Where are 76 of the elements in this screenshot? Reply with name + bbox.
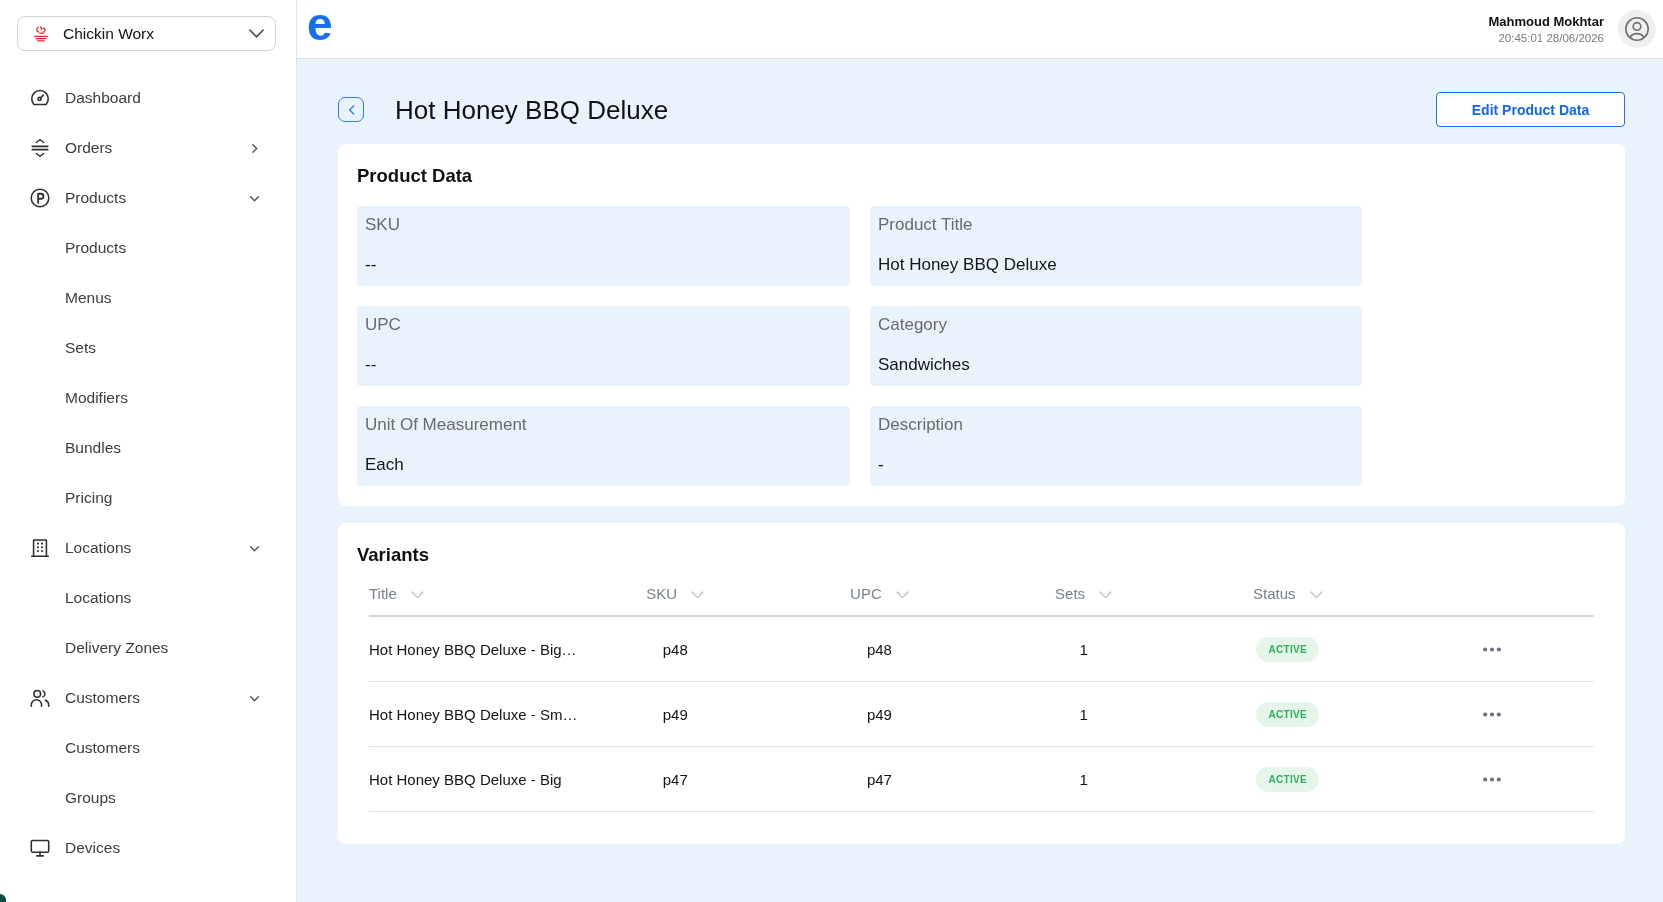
more-icon[interactable]	[1482, 776, 1501, 782]
table-cell: Hot Honey BBQ Deluxe - Big	[369, 770, 562, 788]
store-name: Chickin Worx	[63, 24, 155, 43]
field-value: Each	[365, 455, 404, 475]
sidebar-subitem[interactable]: Customers	[17, 723, 266, 773]
page-title: Hot Honey BBQ Deluxe	[395, 93, 669, 126]
more-icon[interactable]	[1482, 646, 1501, 652]
table-cell: p48	[866, 640, 892, 658]
field-label: Description	[878, 415, 964, 435]
field-value: --	[365, 255, 377, 275]
table-cell: 1	[1079, 705, 1088, 723]
sidebar-subitem[interactable]: Pricing	[17, 473, 266, 523]
store-selector[interactable]: Chickin Worx	[17, 16, 276, 51]
timestamp: 20:45:01 28/06/2026	[1498, 30, 1604, 46]
sidebar-subitem[interactable]: Groups	[17, 773, 266, 823]
edit-product-button[interactable]: Edit Product Data	[1436, 92, 1625, 127]
field-value: --	[365, 355, 377, 375]
table-cell: p49	[866, 705, 892, 723]
chevron-down-icon	[1099, 591, 1113, 599]
section-title: Variants	[357, 543, 430, 567]
field-label: Category	[878, 315, 947, 335]
back-button[interactable]	[338, 97, 364, 122]
brand-logo[interactable]: e	[307, 1, 333, 47]
table-cell: p48	[662, 640, 688, 658]
field-value: Hot Honey BBQ Deluxe	[878, 255, 1057, 275]
circled-p-icon	[29, 187, 51, 209]
chevron-down-icon	[1309, 591, 1323, 599]
chevron-down-icon	[691, 591, 705, 599]
store-logo-icon	[32, 24, 50, 43]
up-down-arrows-icon	[29, 137, 51, 159]
sidebar-item[interactable]: Devices	[17, 823, 266, 873]
sidebar-subitem[interactable]: Menus	[17, 273, 266, 323]
section-title: Product Data	[357, 164, 474, 188]
column-header[interactable]: SKU	[646, 584, 705, 602]
chevron-down-icon	[895, 591, 909, 599]
two-people-icon	[29, 687, 51, 709]
chevron-down-icon	[410, 591, 424, 599]
table-cell: 1	[1079, 640, 1088, 658]
sidebar-item[interactable]: Products	[17, 173, 266, 223]
table-cell: p47	[662, 770, 688, 788]
column-header[interactable]: Title	[369, 584, 424, 602]
building-icon	[29, 537, 51, 559]
sidebar-item[interactable]: Customers	[17, 673, 266, 723]
status-badge: ACTIVE	[1256, 766, 1320, 792]
user-name: Mahmoud Mokhtar	[1488, 12, 1604, 30]
corner-widget-icon[interactable]	[0, 894, 6, 902]
sidebar-subitem[interactable]: Delivery Zones	[17, 623, 266, 673]
table-cell: Hot Honey BBQ Deluxe - Big…	[369, 640, 577, 658]
table-cell: p49	[662, 705, 688, 723]
table-cell: 1	[1079, 770, 1088, 788]
field-label: UPC	[365, 315, 401, 335]
user-avatar-icon[interactable]	[1618, 10, 1656, 48]
sidebar-item[interactable]: Orders	[17, 123, 266, 173]
column-header[interactable]: Sets	[1055, 584, 1113, 602]
sidebar-subitem[interactable]: Bundles	[17, 423, 266, 473]
table-cell: p47	[866, 770, 892, 788]
sidebar-subitem[interactable]: Sets	[17, 323, 266, 373]
field-value: Sandwiches	[878, 355, 970, 375]
field-value: -	[878, 455, 884, 475]
field-label: SKU	[365, 215, 400, 235]
sidebar-subitem[interactable]: Products	[17, 223, 266, 273]
status-badge: ACTIVE	[1256, 636, 1320, 662]
field-label: Product Title	[878, 215, 973, 235]
table-cell: Hot Honey BBQ Deluxe - Sm…	[369, 705, 578, 723]
sidebar-item[interactable]: Dashboard	[17, 73, 266, 123]
sidebar-subitem[interactable]: Locations	[17, 573, 266, 623]
chevron-down-icon	[249, 29, 264, 38]
sidebar-item[interactable]: Locations	[17, 523, 266, 573]
column-header[interactable]: UPC	[850, 584, 909, 602]
column-header[interactable]: Status	[1252, 584, 1323, 602]
sidebar-subitem[interactable]: Modifiers	[17, 373, 266, 423]
status-badge: ACTIVE	[1256, 701, 1320, 727]
more-icon[interactable]	[1482, 711, 1501, 717]
chevron-left-icon	[347, 104, 355, 115]
monitor-icon	[29, 837, 51, 859]
field-label: Unit Of Measurement	[365, 415, 527, 435]
